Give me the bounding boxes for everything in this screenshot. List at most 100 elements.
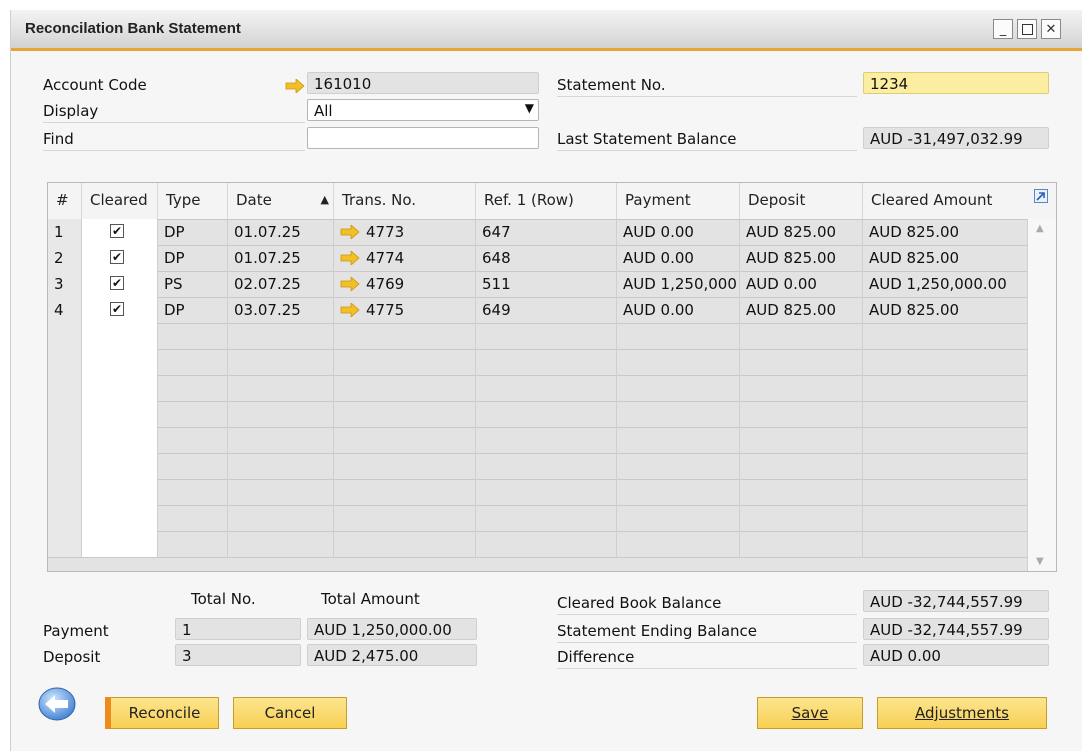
cell-ref[interactable] [476, 427, 617, 453]
cell-date[interactable] [228, 531, 334, 557]
cell-date[interactable] [228, 375, 334, 401]
link-arrow-icon[interactable] [340, 224, 360, 240]
cell-num[interactable]: 2 [48, 245, 82, 271]
cell-trans-no[interactable] [334, 323, 476, 349]
cell-cleared[interactable] [82, 531, 158, 557]
column-header-ref[interactable]: Ref. 1 (Row) [476, 183, 617, 219]
cell-trans-no[interactable]: 4774 [334, 245, 476, 271]
cell-type[interactable]: DP [158, 219, 228, 245]
table-row[interactable] [48, 349, 1028, 376]
cell-ref[interactable]: 648 [476, 245, 617, 271]
cell-num[interactable] [48, 349, 82, 375]
cell-deposit[interactable] [740, 531, 863, 557]
link-arrow-icon[interactable] [340, 302, 360, 318]
cell-type[interactable] [158, 427, 228, 453]
cell-cleared-amount[interactable] [863, 453, 1028, 479]
vertical-scrollbar[interactable]: ▲ ▼ [1027, 219, 1056, 571]
cell-type[interactable] [158, 531, 228, 557]
cell-num[interactable] [48, 401, 82, 427]
cell-type[interactable] [158, 401, 228, 427]
minimize-button[interactable]: _ [993, 19, 1013, 39]
display-dropdown[interactable]: All ▼ [307, 99, 539, 121]
cell-ref[interactable]: 511 [476, 271, 617, 297]
cell-date[interactable] [228, 323, 334, 349]
column-header-date[interactable]: Date ▲ [228, 183, 334, 219]
cell-ref[interactable] [476, 323, 617, 349]
statement-no-field[interactable]: 1234 [863, 72, 1049, 94]
cell-deposit[interactable] [740, 349, 863, 375]
cell-deposit[interactable]: AUD 825.00 [740, 245, 863, 271]
cell-cleared[interactable]: ✔ [82, 219, 158, 245]
cell-num[interactable] [48, 427, 82, 453]
cell-payment[interactable] [617, 401, 740, 427]
cell-cleared[interactable] [82, 479, 158, 505]
cancel-button[interactable]: Cancel [233, 697, 347, 729]
cleared-checkbox[interactable]: ✔ [110, 276, 124, 290]
column-header-num[interactable]: # [48, 183, 82, 219]
cell-cleared[interactable]: ✔ [82, 297, 158, 323]
save-button[interactable]: Save [757, 697, 863, 729]
cell-trans-no[interactable] [334, 349, 476, 375]
cell-trans-no[interactable]: 4775 [334, 297, 476, 323]
cell-num[interactable] [48, 375, 82, 401]
cell-cleared[interactable] [82, 505, 158, 531]
cell-num[interactable] [48, 323, 82, 349]
link-arrow-icon[interactable] [340, 276, 360, 292]
table-row[interactable] [48, 427, 1028, 454]
table-row[interactable] [48, 453, 1028, 480]
cell-deposit[interactable] [740, 401, 863, 427]
cell-payment[interactable]: AUD 0.00 [617, 245, 740, 271]
cell-trans-no[interactable] [334, 427, 476, 453]
table-row[interactable] [48, 479, 1028, 506]
table-row[interactable] [48, 401, 1028, 428]
cell-date[interactable]: 01.07.25 [228, 219, 334, 245]
cell-payment[interactable] [617, 531, 740, 557]
cell-deposit[interactable] [740, 505, 863, 531]
cell-deposit[interactable] [740, 479, 863, 505]
cell-payment[interactable] [617, 505, 740, 531]
cell-trans-no[interactable] [334, 505, 476, 531]
cell-cleared[interactable]: ✔ [82, 271, 158, 297]
reconcile-button[interactable]: Reconcile [105, 697, 219, 729]
column-header-type[interactable]: Type [158, 183, 228, 219]
cell-cleared[interactable] [82, 349, 158, 375]
cell-deposit[interactable] [740, 453, 863, 479]
cell-cleared-amount[interactable]: AUD 825.00 [863, 245, 1028, 271]
cell-trans-no[interactable] [334, 531, 476, 557]
expand-icon[interactable] [1034, 189, 1048, 203]
cell-type[interactable] [158, 505, 228, 531]
cell-trans-no[interactable] [334, 375, 476, 401]
cell-date[interactable] [228, 505, 334, 531]
cleared-checkbox[interactable]: ✔ [110, 302, 124, 316]
cell-payment[interactable]: AUD 1,250,000 [617, 271, 740, 297]
cell-payment[interactable] [617, 375, 740, 401]
column-header-cleared-amount[interactable]: Cleared Amount [863, 183, 1056, 219]
cell-date[interactable] [228, 349, 334, 375]
cell-cleared-amount[interactable] [863, 505, 1028, 531]
maximize-button[interactable] [1017, 19, 1037, 39]
cell-cleared[interactable] [82, 427, 158, 453]
cell-payment[interactable] [617, 427, 740, 453]
title-bar[interactable]: Reconcilation Bank Statement _ ✕ [11, 10, 1082, 51]
cell-payment[interactable]: AUD 0.00 [617, 297, 740, 323]
cell-num[interactable]: 1 [48, 219, 82, 245]
cell-ref[interactable] [476, 531, 617, 557]
cell-payment[interactable] [617, 479, 740, 505]
cell-date[interactable] [228, 479, 334, 505]
cell-ref[interactable] [476, 401, 617, 427]
cell-cleared-amount[interactable]: AUD 825.00 [863, 219, 1028, 245]
scroll-down-icon[interactable]: ▼ [1036, 556, 1044, 567]
table-row[interactable] [48, 505, 1028, 532]
cell-ref[interactable] [476, 375, 617, 401]
link-arrow-icon[interactable] [285, 79, 305, 93]
cell-date[interactable]: 03.07.25 [228, 297, 334, 323]
table-row[interactable] [48, 531, 1028, 558]
cell-type[interactable] [158, 375, 228, 401]
cell-num[interactable]: 3 [48, 271, 82, 297]
table-row[interactable] [48, 323, 1028, 350]
find-input[interactable] [307, 127, 539, 149]
cell-cleared-amount[interactable]: AUD 1,250,000.00 [863, 271, 1028, 297]
cell-cleared[interactable] [82, 323, 158, 349]
cell-num[interactable]: 4 [48, 297, 82, 323]
cell-type[interactable]: PS [158, 271, 228, 297]
